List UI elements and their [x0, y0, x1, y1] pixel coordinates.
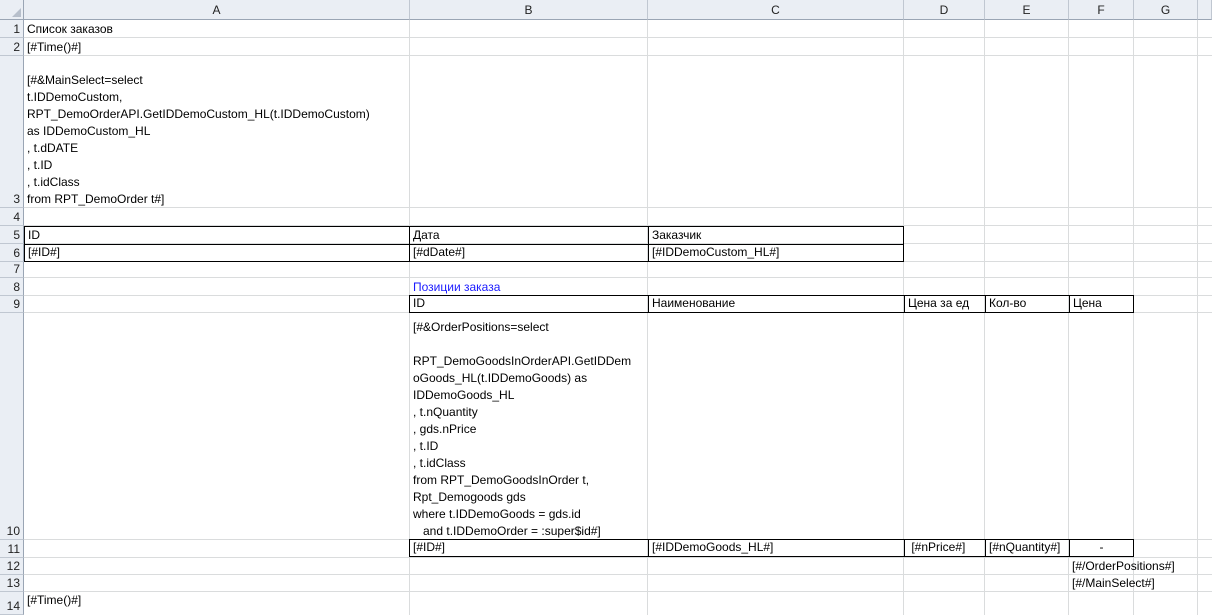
cell-f11[interactable]: - — [1069, 539, 1134, 557]
cell-c11[interactable]: [#IDDemoGoods_HL#] — [648, 539, 905, 557]
cell-e11[interactable]: [#nQuantity#] — [985, 539, 1070, 557]
cell-b8[interactable]: Позиции заказа — [410, 278, 648, 296]
gridline — [1068, 20, 1069, 615]
cell-e9[interactable]: Кол-во — [985, 295, 1070, 313]
cell-a1[interactable]: Список заказов — [24, 20, 410, 38]
row-header-8[interactable]: 8 — [0, 278, 24, 296]
column-header-h[interactable] — [1198, 0, 1212, 20]
cell-b9[interactable]: ID — [409, 295, 649, 313]
row-header-6[interactable]: 6 — [0, 244, 24, 262]
cell-a14[interactable]: [#Time()#] — [24, 592, 410, 609]
row-header-1[interactable]: 1 — [0, 20, 24, 38]
column-header-b[interactable]: B — [410, 0, 648, 20]
cell-c9[interactable]: Наименование — [648, 295, 905, 313]
cell-a2[interactable]: [#Time()#] — [24, 38, 410, 56]
cell-f9[interactable]: Цена — [1069, 295, 1134, 313]
cell-a6[interactable]: [#ID#] — [24, 244, 410, 262]
column-header-f[interactable]: F — [1069, 0, 1134, 20]
row-header-12[interactable]: 12 — [0, 558, 24, 575]
row-header-5[interactable]: 5 — [0, 226, 24, 244]
gridline — [1197, 20, 1198, 615]
select-all-icon — [12, 8, 21, 17]
cell-b10[interactable]: [#&OrderPositions=select RPT_DemoGoodsIn… — [410, 313, 648, 540]
row-header-11[interactable]: 11 — [0, 540, 24, 558]
gridline — [984, 20, 985, 615]
cell-f13[interactable]: [#/MainSelect#] — [1069, 575, 1212, 592]
row-header-3[interactable]: 3 — [0, 56, 24, 208]
spreadsheet: A B C D E F G 1 2 3 4 5 6 7 8 9 10 11 12… — [0, 0, 1212, 615]
row-header-7[interactable]: 7 — [0, 262, 24, 278]
cell-d11[interactable]: [#nPrice#] — [904, 539, 986, 557]
column-header-e[interactable]: E — [985, 0, 1069, 20]
cell-a3[interactable]: [#&MainSelect=select t.IDDemoCustom, RPT… — [24, 56, 410, 208]
cell-b6[interactable]: [#dDate#] — [409, 244, 649, 262]
gridline — [903, 20, 904, 615]
cell-c5[interactable]: Заказчик — [648, 226, 904, 245]
column-header-d[interactable]: D — [904, 0, 985, 20]
select-all-corner[interactable] — [0, 0, 24, 20]
cell-c6[interactable]: [#IDDemoCustom_HL#] — [648, 244, 904, 262]
cell-d9[interactable]: Цена за ед — [904, 295, 986, 313]
row-header-9[interactable]: 9 — [0, 296, 24, 313]
column-header-a[interactable]: A — [24, 0, 410, 20]
column-header-c[interactable]: C — [648, 0, 904, 20]
gridline — [1133, 20, 1134, 615]
column-header-g[interactable]: G — [1134, 0, 1198, 20]
row-header-13[interactable]: 13 — [0, 575, 24, 592]
cell-b5[interactable]: Дата — [409, 226, 649, 245]
row-header-10[interactable]: 10 — [0, 313, 24, 540]
gridline — [24, 557, 1212, 558]
gridline — [24, 574, 1212, 575]
cell-b11[interactable]: [#ID#] — [409, 539, 649, 557]
cell-a5[interactable]: ID — [24, 226, 410, 245]
row-header-14[interactable]: 14 — [0, 592, 24, 615]
row-header-4[interactable]: 4 — [0, 208, 24, 226]
row-header-2[interactable]: 2 — [0, 38, 24, 56]
cell-f12[interactable]: [#/OrderPositions#] — [1069, 558, 1212, 575]
